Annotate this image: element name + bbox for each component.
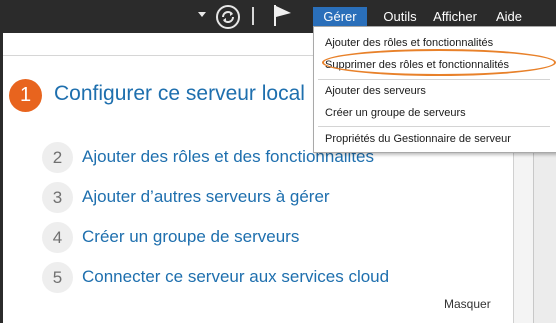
menu-aide[interactable]: Aide xyxy=(490,7,528,27)
menu-item-create-server-group[interactable]: Créer un groupe de serveurs xyxy=(325,107,466,119)
menu-separator xyxy=(318,79,550,80)
chevron-down-icon[interactable] xyxy=(198,12,206,17)
menu-item-add-servers[interactable]: Ajouter des serveurs xyxy=(325,85,426,97)
highlight-annotation xyxy=(322,49,556,76)
step-badge: 3 xyxy=(42,182,73,213)
step-badge: 4 xyxy=(42,222,73,253)
step-badge: 2 xyxy=(42,142,73,173)
menu-outils[interactable]: Outils xyxy=(378,7,422,27)
toolbar-separator xyxy=(252,7,254,25)
menu-gerer[interactable]: Gérer xyxy=(313,7,367,27)
hide-link[interactable]: Masquer xyxy=(444,297,491,311)
step-link-add-servers[interactable]: Ajouter d’autres serveurs à gérer xyxy=(82,187,330,207)
step-badge: 5 xyxy=(42,262,73,293)
scrollbar-track[interactable] xyxy=(513,150,534,323)
step-link-create-server-group[interactable]: Créer un groupe de serveurs xyxy=(82,227,299,247)
step-link-configure-local-server[interactable]: Configurer ce serveur local xyxy=(54,82,305,106)
menu-afficher[interactable]: Afficher xyxy=(429,7,481,27)
refresh-icon[interactable] xyxy=(215,4,241,30)
menu-item-add-roles[interactable]: Ajouter des rôles et fonctionnalités xyxy=(325,37,493,49)
menu-separator xyxy=(318,126,550,127)
step-link-connect-cloud[interactable]: Connecter ce serveur aux services cloud xyxy=(82,267,389,287)
flag-icon[interactable] xyxy=(272,3,294,27)
menu-item-server-manager-properties[interactable]: Propriétés du Gestionnaire de serveur xyxy=(325,133,511,145)
manage-dropdown-menu: Ajouter des rôles et fonctionnalités Sup… xyxy=(313,26,556,153)
step-badge-primary: 1 xyxy=(9,79,42,112)
